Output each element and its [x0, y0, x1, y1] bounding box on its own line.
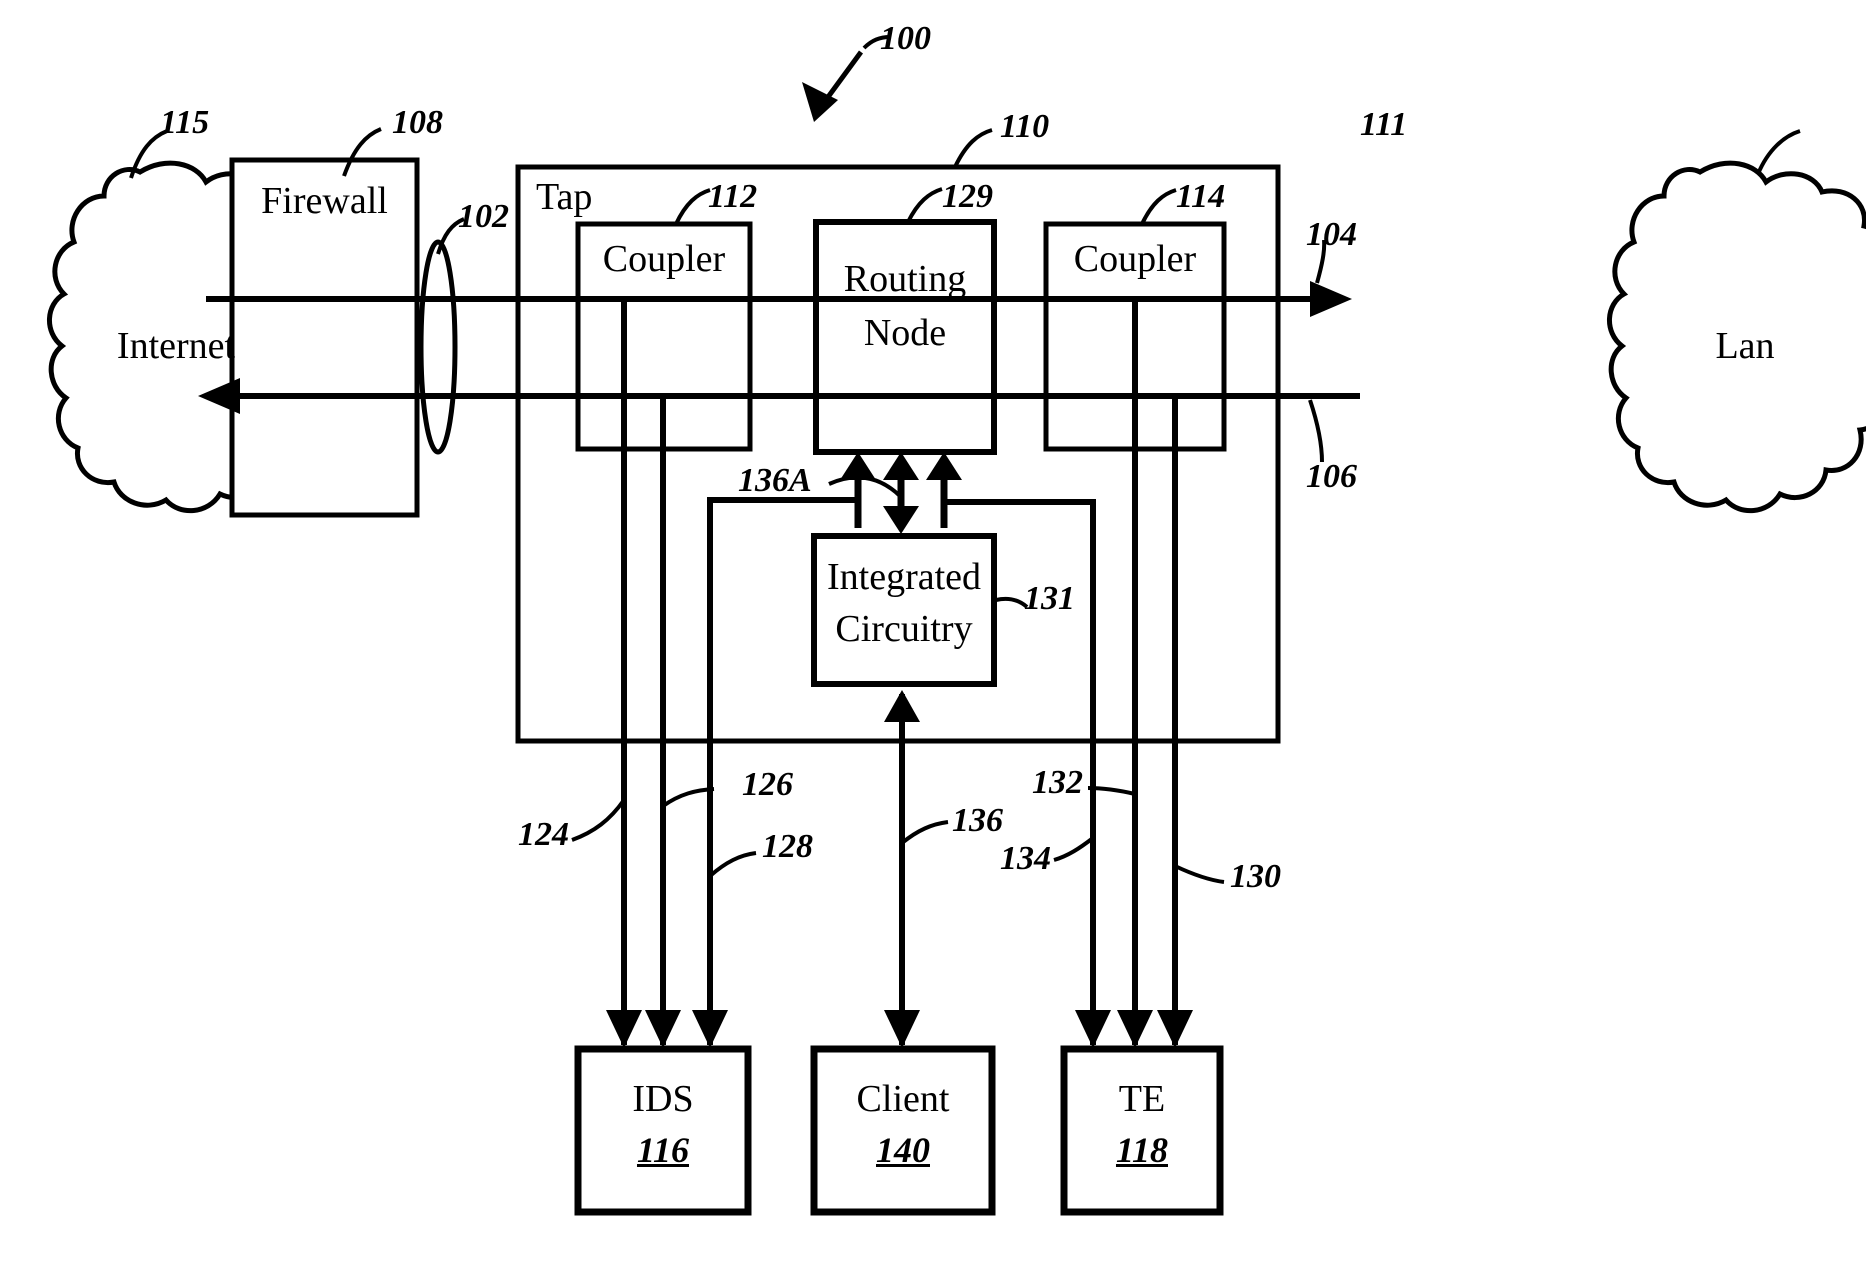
- ref-114: 114: [1176, 178, 1226, 215]
- leader-124: [571, 798, 626, 842]
- arrowhead-132-into-te: [1117, 1010, 1153, 1048]
- ref-126: 126: [742, 766, 793, 803]
- arrowhead-134-into-te: [1075, 1010, 1111, 1048]
- ref-110: 110: [1000, 108, 1050, 145]
- leader-130: [1174, 864, 1225, 884]
- arrowhead-to-lan: [1310, 281, 1352, 317]
- ref-102: 102: [458, 198, 509, 235]
- ref-136: 136: [952, 802, 1003, 839]
- diagram-canvas: [47, 35, 1866, 1216]
- ref-132: 132: [1032, 764, 1083, 801]
- ref-134: 134: [1000, 840, 1051, 877]
- leader-110: [953, 128, 993, 168]
- internet-cloud-label: Internet: [116, 325, 236, 367]
- link-102-ellipse: [418, 239, 458, 455]
- ref-108: 108: [392, 104, 443, 141]
- leader-128: [708, 851, 757, 878]
- ref-124: 124: [518, 816, 569, 853]
- ref-100: 100: [880, 20, 931, 57]
- ref-115: 115: [160, 104, 210, 141]
- ref-111: 111: [1360, 106, 1408, 143]
- te-box: [1060, 1045, 1224, 1216]
- ref-104: 104: [1306, 216, 1357, 253]
- ids-box: [574, 1045, 752, 1216]
- ref-128: 128: [762, 828, 813, 865]
- ref-129: 129: [942, 178, 993, 215]
- arrowhead-126-into-ids: [645, 1010, 681, 1048]
- leader-126: [661, 787, 715, 808]
- ref-131: 131: [1024, 580, 1075, 617]
- arrowhead-136-into-client: [884, 1010, 920, 1048]
- leader-136: [900, 820, 949, 845]
- leader-111: [1756, 129, 1801, 175]
- integrated-circuitry-box: [811, 533, 997, 687]
- ref-136A: 136A: [738, 462, 812, 499]
- ref-106: 106: [1306, 458, 1357, 495]
- arrowhead-130-into-te: [1157, 1010, 1193, 1048]
- ref-130: 130: [1230, 858, 1281, 895]
- ref-112: 112: [708, 178, 758, 215]
- leader-134: [1053, 836, 1095, 862]
- arrowhead-128-into-ids: [692, 1010, 728, 1048]
- client-box: [810, 1045, 996, 1216]
- patent-figure: Internet Lan Firewall Tap Coupler Routin…: [0, 0, 1866, 1271]
- leader-106: [1308, 399, 1324, 463]
- arrowhead-124-into-ids: [606, 1010, 642, 1048]
- lan-cloud-label: Lan: [1715, 325, 1775, 367]
